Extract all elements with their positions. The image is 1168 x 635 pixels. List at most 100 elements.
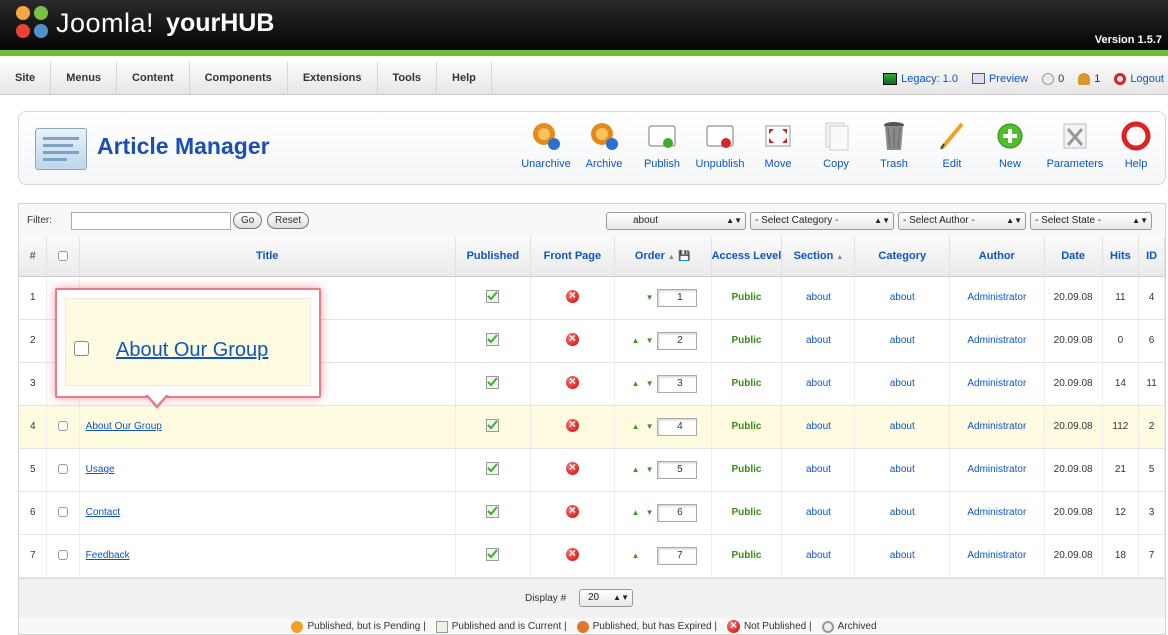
col-title[interactable]: Title	[79, 237, 456, 277]
row-checkbox[interactable]	[58, 421, 69, 432]
row-published-cell[interactable]	[455, 276, 531, 320]
author-link[interactable]: Administrator	[967, 464, 1026, 475]
article-title-link[interactable]: About Our Group	[86, 421, 162, 432]
author-link[interactable]: Administrator	[967, 421, 1026, 432]
check-all-checkbox[interactable]	[58, 251, 69, 262]
section-link[interactable]: about	[806, 292, 831, 303]
order-up-arrow-icon[interactable]: ▲	[629, 379, 643, 388]
not-front-page-icon[interactable]	[565, 546, 579, 561]
row-checkbox[interactable]	[58, 507, 69, 518]
order-up-arrow-icon[interactable]: ▲	[629, 336, 643, 345]
archive-button[interactable]: Archive	[575, 120, 633, 170]
row-published-cell[interactable]	[455, 319, 531, 363]
row-front-page-cell[interactable]	[530, 319, 615, 363]
order-down-arrow-icon[interactable]: ▼	[643, 465, 657, 474]
not-front-page-icon[interactable]	[565, 374, 579, 389]
article-title-link[interactable]: Contact	[86, 507, 120, 518]
category-select[interactable]: - Select Category - ▲▼	[750, 212, 894, 230]
order-down-arrow-icon[interactable]: ▼	[643, 379, 657, 388]
published-check-icon[interactable]	[486, 332, 500, 346]
article-title-link[interactable]: Usage	[86, 464, 115, 475]
not-front-page-icon[interactable]	[565, 503, 579, 518]
row-access-cell[interactable]: Public	[711, 534, 783, 578]
order-up-arrow-icon[interactable]: ▲	[629, 551, 643, 560]
order-down-arrow-icon[interactable]: ▼	[643, 336, 657, 345]
col-checkall[interactable]	[46, 237, 80, 277]
menu-help[interactable]: Help	[437, 62, 492, 95]
row-checkbox[interactable]	[58, 464, 69, 475]
row-published-cell[interactable]	[455, 405, 531, 449]
copy-button[interactable]: Copy	[807, 120, 865, 170]
published-check-icon[interactable]	[486, 504, 500, 518]
menu-extensions[interactable]: Extensions	[288, 62, 378, 95]
order-input[interactable]: 2	[656, 331, 697, 350]
published-check-icon[interactable]	[486, 547, 500, 561]
category-link[interactable]: about	[890, 421, 915, 432]
callout-article-link[interactable]: About Our Group	[116, 339, 268, 362]
author-link[interactable]: Administrator	[967, 292, 1026, 303]
users-online[interactable]: 1	[1078, 72, 1100, 85]
article-title-link[interactable]: Feedback	[86, 550, 130, 561]
section-select[interactable]: about ▲▼	[606, 212, 746, 230]
row-access-cell[interactable]: Public	[711, 491, 783, 535]
save-order-icon[interactable]: 💾	[678, 251, 690, 262]
section-link[interactable]: about	[806, 550, 831, 561]
unpublish-button[interactable]: Unpublish	[691, 120, 749, 170]
filter-input[interactable]	[71, 212, 231, 230]
category-link[interactable]: about	[890, 464, 915, 475]
row-access-cell[interactable]: Public	[711, 405, 783, 449]
col-id[interactable]: ID	[1138, 237, 1165, 277]
not-front-page-icon[interactable]	[565, 288, 579, 303]
row-access-cell[interactable]: Public	[711, 319, 783, 363]
parameters-button[interactable]: Parameters	[1039, 120, 1111, 170]
table-row[interactable]: 5Usage▲▼5PublicaboutaboutAdministrator20…	[19, 448, 1165, 492]
author-link[interactable]: Administrator	[967, 378, 1026, 389]
col-front-page[interactable]: Front Page	[530, 237, 615, 277]
category-link[interactable]: about	[890, 507, 915, 518]
row-checkbox[interactable]	[58, 550, 69, 561]
menu-content[interactable]: Content	[117, 62, 190, 95]
table-row[interactable]: 4About Our Group▲▼4PublicaboutaboutAdmin…	[19, 405, 1165, 449]
order-up-arrow-icon[interactable]: ▲	[629, 465, 643, 474]
edit-button[interactable]: Edit	[923, 120, 981, 170]
order-down-arrow-icon[interactable]: ▼	[643, 508, 657, 517]
col-date[interactable]: Date	[1044, 237, 1103, 277]
section-link[interactable]: about	[806, 378, 831, 389]
callout-row-checkbox[interactable]	[74, 341, 89, 356]
published-check-icon[interactable]	[486, 289, 500, 303]
category-link[interactable]: about	[890, 292, 915, 303]
row-front-page-cell[interactable]	[530, 448, 615, 492]
row-access-cell[interactable]: Public	[711, 276, 783, 320]
menu-components[interactable]: Components	[190, 62, 288, 95]
row-access-cell[interactable]: Public	[711, 448, 783, 492]
row-checkbox-cell[interactable]	[46, 491, 80, 535]
reset-button[interactable]: Reset	[267, 212, 310, 229]
preview-link[interactable]: Preview	[971, 73, 1028, 85]
order-input[interactable]: 3	[656, 374, 697, 393]
category-link[interactable]: about	[890, 378, 915, 389]
table-row[interactable]: 6Contact▲▼6PublicaboutaboutAdministrator…	[19, 491, 1165, 535]
order-input[interactable]: 6	[656, 503, 697, 522]
row-published-cell[interactable]	[455, 362, 531, 406]
state-select[interactable]: - Select State - ▲▼	[1030, 212, 1152, 230]
order-input[interactable]: 7	[656, 546, 697, 565]
order-input[interactable]: 5	[656, 460, 697, 479]
row-checkbox-cell[interactable]	[46, 534, 80, 578]
order-up-arrow-icon[interactable]: ▲	[629, 508, 643, 517]
section-link[interactable]: about	[806, 335, 831, 346]
col-order[interactable]: Order ▲ 💾	[614, 237, 712, 277]
author-link[interactable]: Administrator	[967, 335, 1026, 346]
row-access-cell[interactable]: Public	[711, 362, 783, 406]
col-author[interactable]: Author	[949, 237, 1045, 277]
row-checkbox-cell[interactable]	[46, 405, 80, 449]
not-front-page-icon[interactable]	[565, 417, 579, 432]
published-check-icon[interactable]	[486, 375, 500, 389]
section-link[interactable]: about	[806, 507, 831, 518]
col-published[interactable]: Published	[455, 237, 531, 277]
col-section[interactable]: Section ▲	[781, 237, 856, 277]
go-button[interactable]: Go	[233, 212, 263, 229]
menu-menus[interactable]: Menus	[51, 62, 118, 95]
help-button[interactable]: Help	[1111, 120, 1161, 170]
not-front-page-icon[interactable]	[565, 460, 579, 475]
row-checkbox-cell[interactable]	[46, 448, 80, 492]
